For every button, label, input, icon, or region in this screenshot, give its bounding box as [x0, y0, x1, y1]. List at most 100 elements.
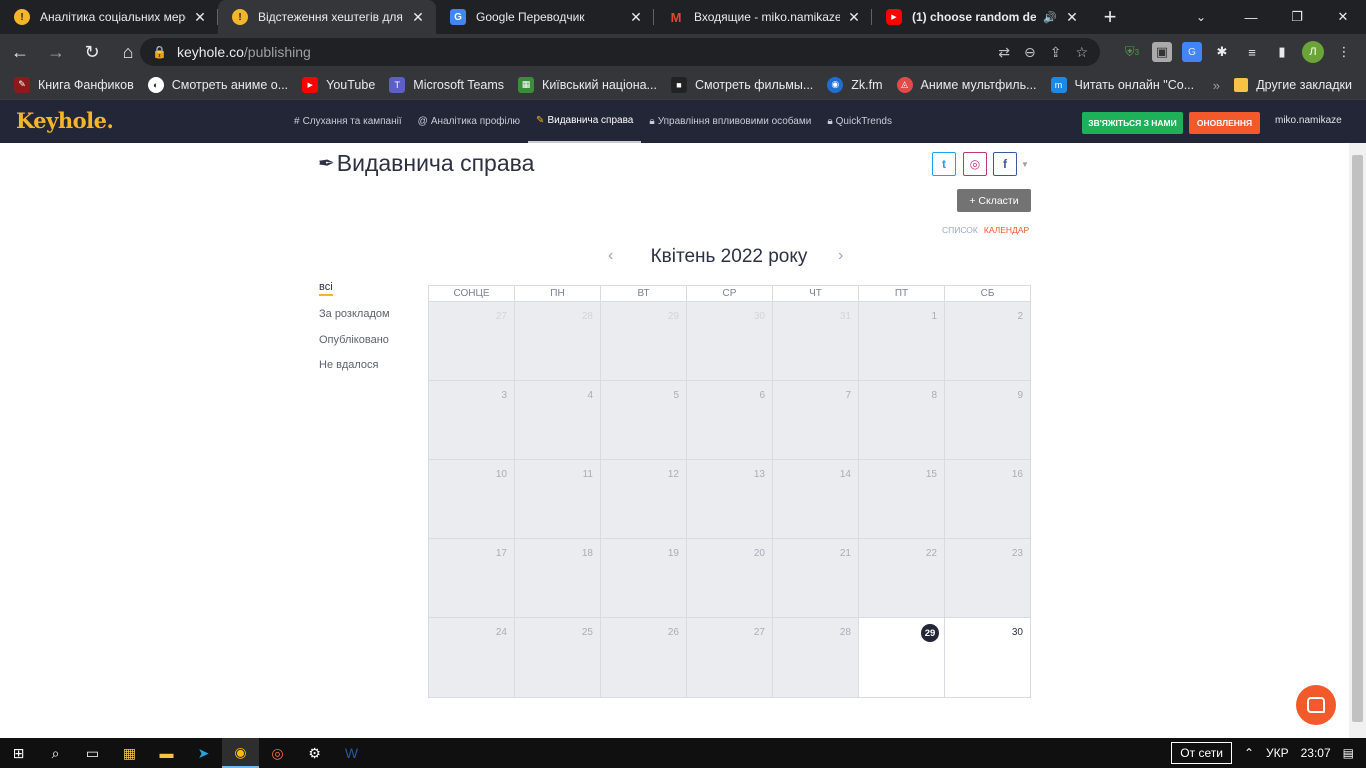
tray-chevron-icon[interactable]: ⌃	[1244, 746, 1254, 760]
calendar-day[interactable]: 14	[773, 460, 859, 538]
notifications-icon[interactable]: ▤	[1343, 746, 1354, 760]
calendar-day[interactable]: 7	[773, 381, 859, 459]
close-tab-icon[interactable]: ✕	[1064, 9, 1080, 26]
word-icon[interactable]: W	[333, 738, 370, 768]
scrollbar-thumb[interactable]	[1352, 155, 1363, 722]
share-icon[interactable]: ⇪	[1050, 44, 1062, 61]
reload-icon[interactable]: ↻	[76, 36, 108, 68]
file-explorer-icon[interactable]: ▬	[148, 738, 185, 768]
bookmarks-overflow-icon[interactable]: »	[1213, 70, 1220, 100]
chrome-icon[interactable]: ◉	[222, 738, 259, 768]
calendar-day[interactable]: 8	[859, 381, 945, 459]
language-indicator[interactable]: УКР	[1266, 746, 1289, 760]
filter-failed[interactable]: Не вдалося	[319, 353, 390, 379]
page-scrollbar[interactable]	[1349, 143, 1366, 738]
calendar-day[interactable]: 3	[429, 381, 515, 459]
back-icon[interactable]: ←	[4, 36, 36, 68]
calendar-day[interactable]: 10	[429, 460, 515, 538]
close-tab-icon[interactable]: ✕	[846, 9, 862, 26]
facebook-account-icon[interactable]: f	[993, 152, 1017, 176]
calendar-day[interactable]: 17	[429, 539, 515, 617]
restore-icon[interactable]: ❐	[1274, 0, 1320, 34]
calendar-day[interactable]: 28	[515, 302, 601, 380]
settings-gear-icon[interactable]: ⚙	[296, 738, 333, 768]
browser-tab-4[interactable]: ▶ (1) choose random dea 🔊 ✕	[872, 0, 1090, 34]
calendar-day[interactable]: 29	[601, 302, 687, 380]
bookmark-item[interactable]: ◬ Аниме мультфиль...	[896, 76, 1037, 93]
next-month-icon[interactable]: ›	[838, 247, 843, 265]
chat-launcher-icon[interactable]	[1296, 685, 1336, 725]
calendar-day[interactable]: 1	[859, 302, 945, 380]
browser-tab-2[interactable]: G Google Переводчик ✕	[436, 0, 654, 34]
calendar-day[interactable]: 5	[601, 381, 687, 459]
google-translate-extension-icon[interactable]: G	[1182, 42, 1202, 62]
instagram-account-icon[interactable]: ◎	[963, 152, 987, 176]
filter-scheduled[interactable]: За розкладом	[319, 302, 390, 328]
view-list-link[interactable]: СПИСОК	[942, 225, 978, 235]
upgrade-button[interactable]: ОНОВЛЕННЯ	[1189, 112, 1260, 134]
calendar-day[interactable]: 6	[687, 381, 773, 459]
previous-month-icon[interactable]: ‹	[608, 247, 613, 265]
calendar-day[interactable]: 11	[515, 460, 601, 538]
clock[interactable]: 23:07	[1301, 746, 1331, 760]
telegram-icon[interactable]: ➤	[185, 738, 222, 768]
calendar-day[interactable]: 23	[945, 539, 1030, 617]
calendar-day-today[interactable]: 29	[859, 618, 945, 697]
close-tab-icon[interactable]: ✕	[192, 9, 208, 26]
bookmark-item[interactable]: ▦ Київський націона...	[518, 76, 657, 93]
calendar-day[interactable]: 26	[601, 618, 687, 697]
close-window-icon[interactable]: ✕	[1320, 0, 1366, 34]
accounts-dropdown-icon[interactable]: ▼	[1021, 160, 1029, 169]
address-bar[interactable]: 🔒 keyhole.co/publishing ⇄ ⊖ ⇪ ☆	[140, 38, 1100, 66]
search-icon[interactable]: ⌕	[37, 738, 74, 768]
calendar-day[interactable]: 28	[773, 618, 859, 697]
new-tab-icon[interactable]: +	[1090, 0, 1130, 34]
browser-tab-1[interactable]: ! Відстеження хештегів для Tw ✕	[218, 0, 436, 34]
bookmark-item[interactable]: ▶ YouTube	[302, 76, 375, 93]
calendar-day[interactable]: 18	[515, 539, 601, 617]
tab-search-icon[interactable]: ⌄	[1186, 0, 1216, 34]
calendar-day[interactable]: 31	[773, 302, 859, 380]
bookmark-item[interactable]: ■ Смотреть фильмы...	[670, 76, 813, 93]
bookmark-item[interactable]: T Microsoft Teams	[389, 76, 504, 93]
bookmark-item[interactable]: ◉ Zk.fm	[827, 76, 883, 93]
calendar-day[interactable]: 15	[859, 460, 945, 538]
calendar-day[interactable]: 20	[687, 539, 773, 617]
nav-quicktrends[interactable]: 🔒︎ QuickTrends	[819, 100, 900, 143]
bookmark-item[interactable]: ◐ Смотреть аниме о...	[147, 76, 288, 93]
calendar-day[interactable]: 2	[945, 302, 1030, 380]
menu-kebab-icon[interactable]: ⋮	[1334, 42, 1354, 62]
extensions-puzzle-icon[interactable]: ✱	[1212, 42, 1232, 62]
profile-avatar[interactable]: Л	[1302, 41, 1324, 63]
user-menu[interactable]: miko.namikaze	[1275, 115, 1342, 126]
calendar-day[interactable]: 19	[601, 539, 687, 617]
task-view-icon[interactable]: ▭	[74, 738, 111, 768]
nav-profile-analytics[interactable]: @ Аналітика профілю	[410, 100, 528, 143]
nav-listening[interactable]: # Слухання та кампанії	[286, 100, 410, 143]
calendar-day[interactable]: 24	[429, 618, 515, 697]
view-calendar-link[interactable]: КАЛЕНДАР	[984, 225, 1029, 235]
twitter-account-icon[interactable]: t	[932, 152, 956, 176]
calendar-day[interactable]: 16	[945, 460, 1030, 538]
filter-published[interactable]: Опубліковано	[319, 327, 390, 353]
calendar-day[interactable]: 9	[945, 381, 1030, 459]
bookmark-item[interactable]: m Читать онлайн "Со...	[1050, 76, 1194, 93]
network-status[interactable]: От сети	[1171, 742, 1232, 764]
calendar-day[interactable]: 27	[429, 302, 515, 380]
contact-us-button[interactable]: ЗВ'ЯЖІТЬСЯ З НАМИ	[1082, 112, 1183, 134]
windows-start-icon[interactable]: ⊞	[0, 738, 37, 768]
browser-tab-0[interactable]: ! Аналітика соціальних мереж ✕	[0, 0, 218, 34]
calendar-day[interactable]: 25	[515, 618, 601, 697]
compose-button[interactable]: + Скласти	[957, 189, 1031, 212]
calendar-day[interactable]: 30	[945, 618, 1030, 697]
bookmark-item[interactable]: ✎ Книга Фанфиков	[14, 76, 134, 93]
translate-page-icon[interactable]: ⇄	[998, 44, 1010, 61]
minimize-icon[interactable]: —	[1228, 0, 1274, 34]
media-app-icon[interactable]: ◎	[259, 738, 296, 768]
close-tab-icon[interactable]: ✕	[628, 9, 644, 26]
extension-icon[interactable]: ▣	[1152, 42, 1172, 62]
close-tab-icon[interactable]: ✕	[410, 9, 426, 26]
calendar-day[interactable]: 22	[859, 539, 945, 617]
side-panel-icon[interactable]: ▮	[1272, 42, 1292, 62]
lock-icon[interactable]: 🔒	[152, 45, 167, 59]
